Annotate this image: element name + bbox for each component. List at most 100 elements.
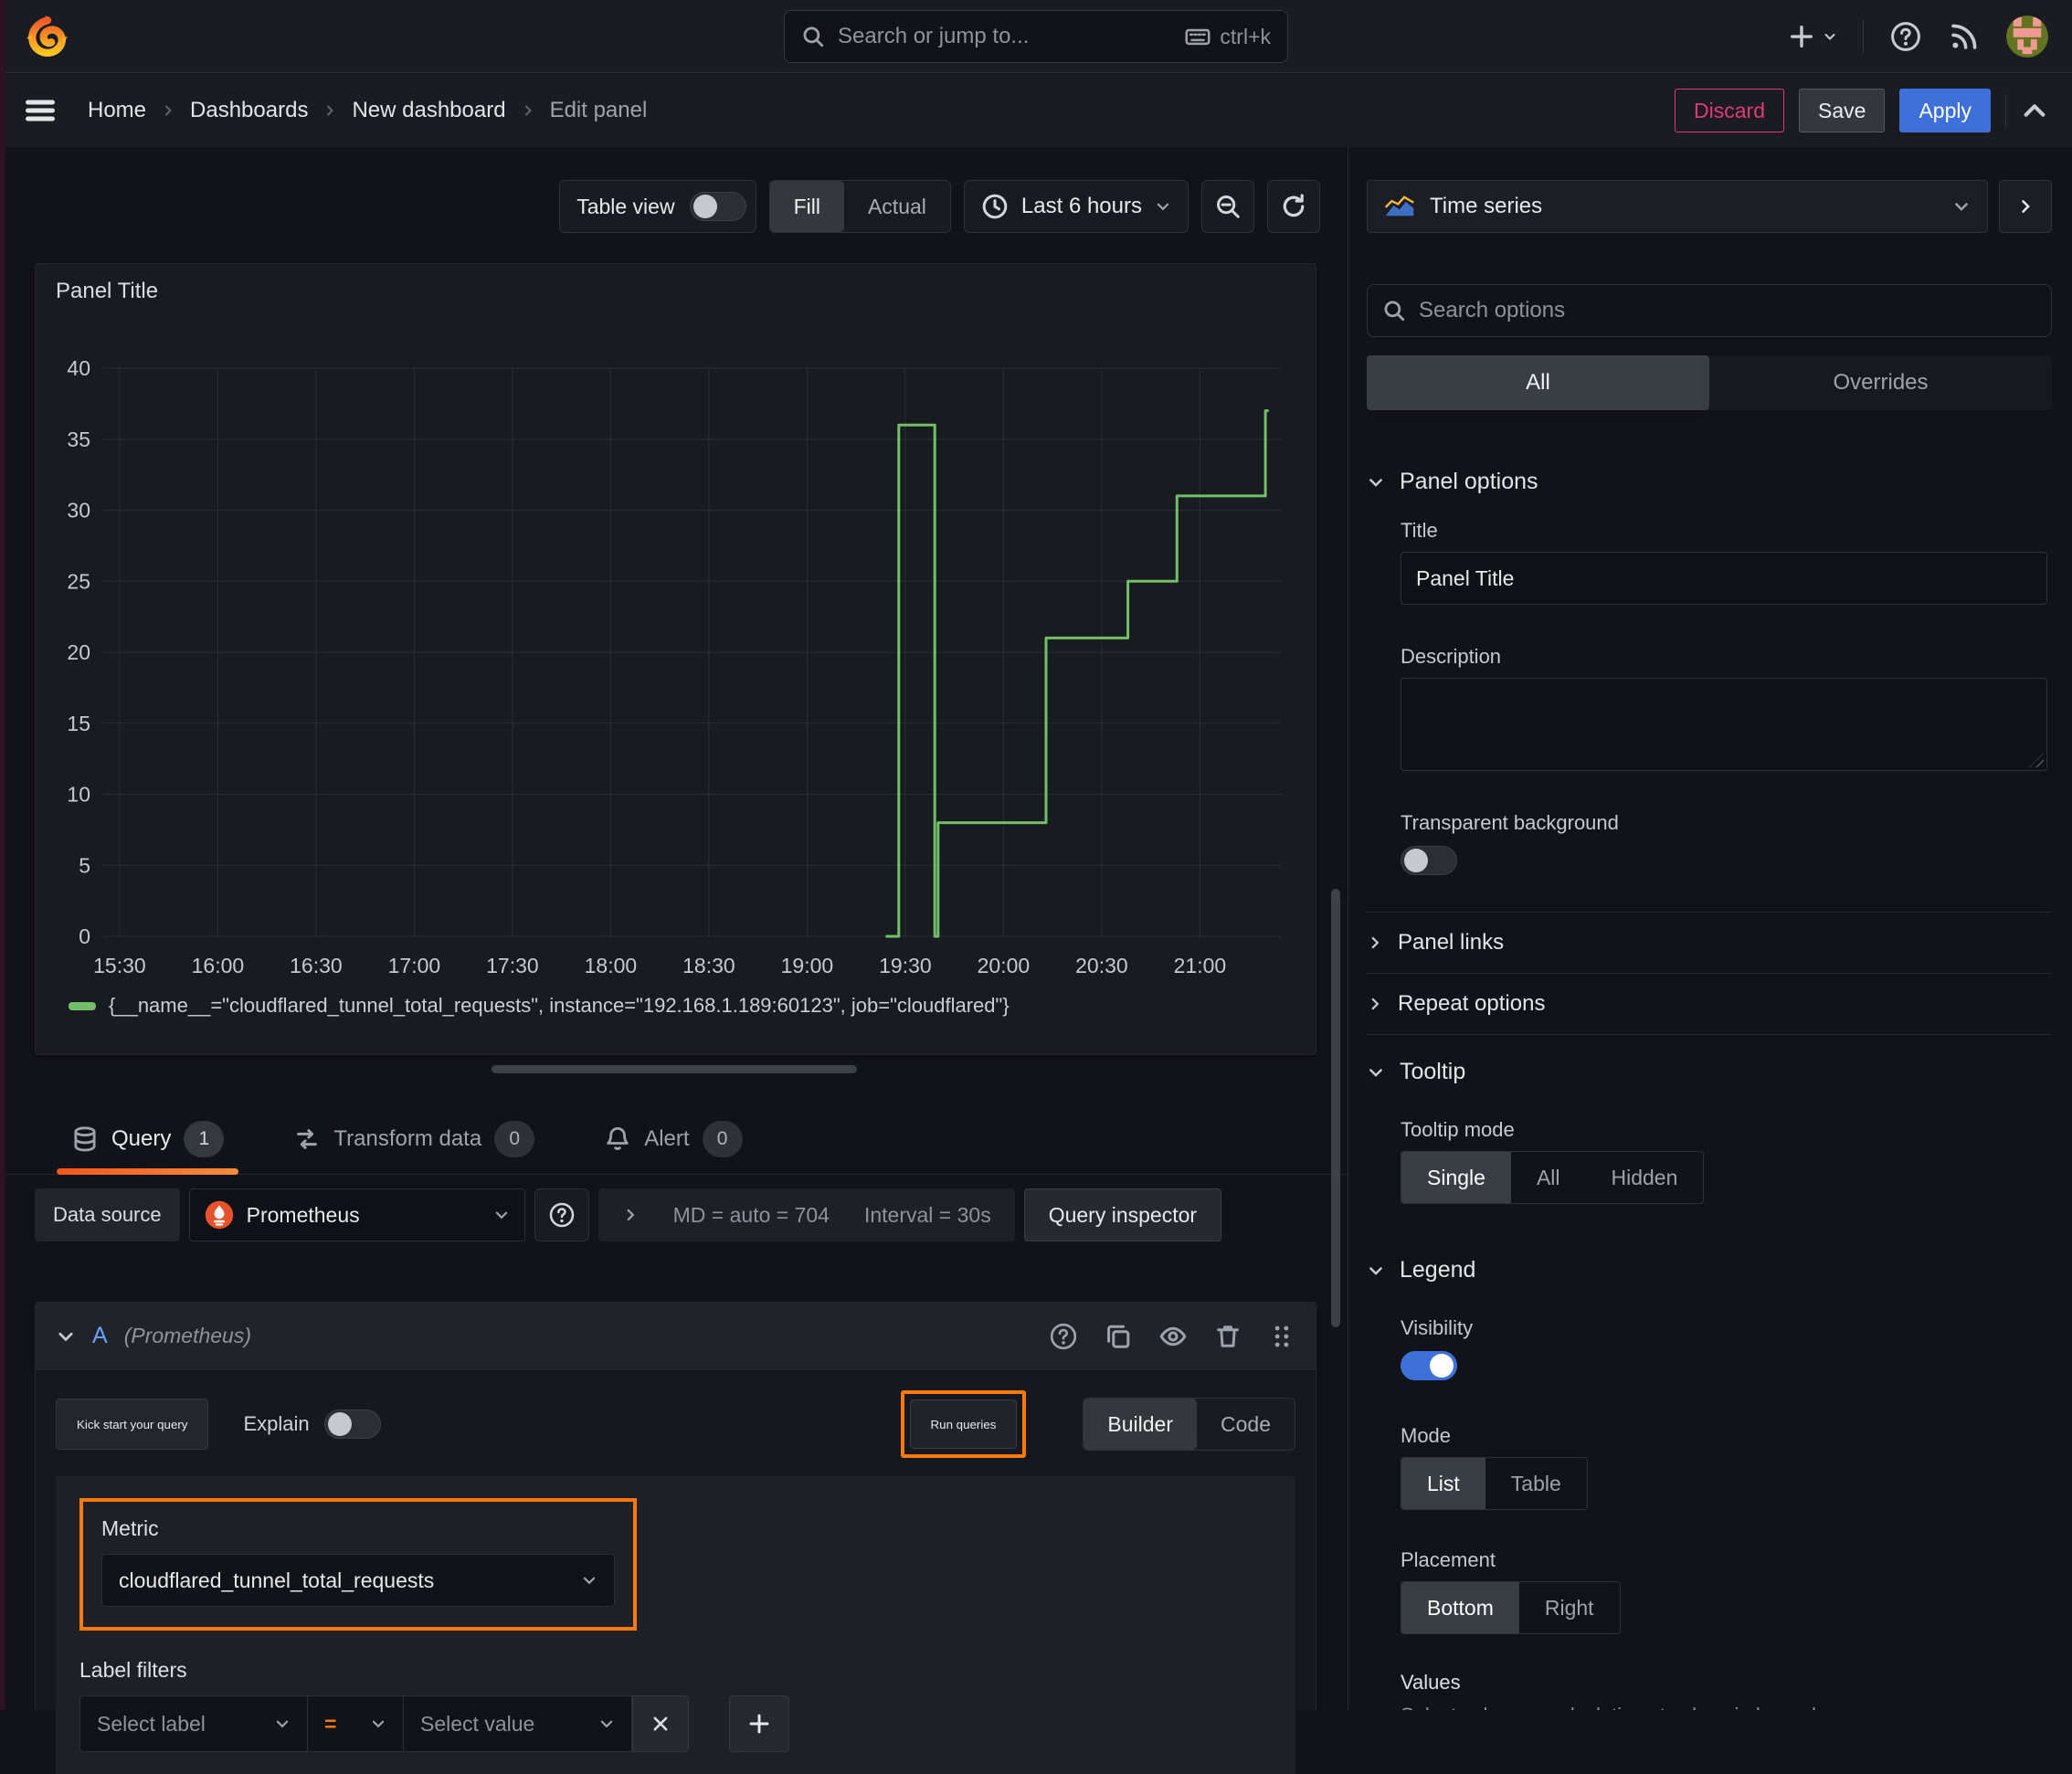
kick-start-button[interactable]: Kick start your query [56,1399,209,1450]
menu-toggle-icon[interactable] [24,94,57,127]
section-repeat-options[interactable]: Repeat options [1367,974,2052,1034]
code-option[interactable]: Code [1197,1399,1295,1450]
refresh-button[interactable] [1267,180,1320,233]
section-panel-options[interactable]: Panel options [1367,469,2052,495]
query-options-strip[interactable]: MD = auto = 704 Interval = 30s [597,1188,1015,1241]
builder-code-segment: Builder Code [1083,1398,1295,1451]
drag-handle-icon[interactable] [1268,1323,1295,1350]
legend-series-label[interactable]: {__name__="cloudflared_tunnel_total_requ… [109,994,1010,1018]
interval-value: Interval = 30s [863,1202,991,1227]
delete-query-icon[interactable] [1213,1322,1242,1351]
transparent-background-toggle[interactable] [1401,846,1457,875]
chevron-down-icon [581,1572,597,1589]
help-icon[interactable] [1889,20,1922,53]
query-datasource-hint: (Prometheus) [123,1324,252,1347]
fill-option[interactable]: Fill [769,181,844,232]
refresh-icon [1280,193,1307,220]
legend-placement-bottom[interactable]: Bottom [1401,1582,1519,1633]
run-queries-button[interactable]: Run queries [909,1399,1018,1449]
explain-toggle[interactable] [323,1410,381,1439]
breadcrumb: Home Dashboards New dashboard Edit panel [88,98,647,123]
duplicate-query-icon[interactable] [1104,1322,1133,1351]
options-tab-overrides[interactable]: Overrides [1709,355,2052,410]
title-field-label: Title [1401,519,1438,542]
grafana-logo-icon[interactable] [24,14,69,59]
select-value-dropdown[interactable]: Select value [404,1695,632,1752]
legend-mode-table[interactable]: Table [1485,1458,1587,1509]
legend-mode-list[interactable]: List [1401,1458,1485,1509]
query-help-icon[interactable] [1049,1322,1078,1351]
tab-query[interactable]: Query 1 [57,1103,239,1175]
select-label-dropdown[interactable]: Select label [79,1695,308,1752]
actual-option[interactable]: Actual [844,181,950,232]
time-range-picker[interactable]: Last 6 hours [963,180,1189,233]
chevron-down-icon [1952,197,1971,216]
tab-query-label: Query [111,1125,172,1151]
metric-select[interactable]: cloudflared_tunnel_total_requests [101,1554,615,1607]
visualization-picker[interactable]: Time series [1367,180,1988,233]
description-textarea[interactable] [1401,678,2047,771]
legend-visibility-toggle[interactable] [1401,1351,1457,1380]
tooltip-mode-single[interactable]: Single [1401,1152,1511,1203]
legend-placement-right[interactable]: Right [1519,1582,1620,1633]
legend-visibility-label: Visibility [1401,1316,1474,1339]
svg-text:21:00: 21:00 [1174,954,1227,977]
operator-dropdown[interactable]: = [308,1695,404,1752]
svg-text:15: 15 [67,712,90,735]
panel-title: Panel Title [56,279,159,303]
query-ref-id: A [92,1323,108,1348]
select-label-placeholder: Select label [97,1711,206,1736]
tab-transform-count: 0 [494,1120,535,1157]
breadcrumb-home[interactable]: Home [88,98,146,123]
svg-text:18:30: 18:30 [682,954,735,977]
tooltip-mode-all[interactable]: All [1511,1152,1586,1203]
apply-button[interactable]: Apply [1899,89,1991,132]
svg-text:18:00: 18:00 [585,954,638,977]
tab-alert[interactable]: Alert 0 [589,1103,756,1174]
chevron-right-icon [1367,996,1383,1012]
breadcrumb-new-dashboard[interactable]: New dashboard [352,98,505,123]
query-row-header[interactable]: A (Prometheus) [36,1303,1316,1370]
table-view-toggle[interactable] [689,192,746,221]
global-search-input[interactable]: Search or jump to... ctrl+k [784,10,1288,63]
section-legend[interactable]: Legend [1367,1257,2052,1283]
user-avatar[interactable] [2006,16,2048,58]
discard-button[interactable]: Discard [1675,89,1785,132]
tab-transform-data[interactable]: Transform data 0 [279,1103,549,1174]
viz-suggestions-button[interactable] [1999,180,2052,233]
news-icon[interactable] [1948,20,1981,53]
section-tooltip[interactable]: Tooltip [1367,1059,2052,1085]
breadcrumb-separator-icon [161,103,175,118]
section-panel-links[interactable]: Panel links [1367,913,2052,973]
builder-option[interactable]: Builder [1084,1399,1198,1450]
datasource-help-button[interactable] [534,1188,589,1241]
options-search-input[interactable]: Search options [1367,284,2052,337]
new-dashboard-button[interactable] [1788,23,1837,50]
breadcrumb-dashboards[interactable]: Dashboards [190,98,308,123]
pane-resize-handle[interactable] [492,1065,857,1073]
options-tab-all[interactable]: All [1367,355,1709,410]
remove-filter-button[interactable] [632,1695,689,1752]
chart-legend[interactable]: {__name__="cloudflared_tunnel_total_requ… [69,994,1316,1018]
legend-series-swatch [69,1001,96,1010]
chevron-down-icon[interactable] [56,1326,76,1346]
datasource-row: Data source Prometheus MD = auto = 704 I… [35,1188,1222,1241]
label-filters-label: Label filters [79,1658,187,1682]
time-series-chart[interactable]: 0 5 10 15 20 25 30 35 40 15:30 16:00 16:30 17:00 17:3… [50,313,1297,994]
chart-panel[interactable]: Panel Title 0 5 10 15 20 25 30 35 40 15:30 16:00 16… [35,263,1316,1055]
vertical-scrollbar[interactable] [1331,889,1340,1327]
svg-text:20: 20 [67,640,90,664]
resize-grip-icon[interactable] [2029,753,2044,767]
collapse-header-icon[interactable] [2021,97,2048,124]
hide-query-icon[interactable] [1158,1322,1188,1351]
add-filter-button[interactable] [729,1695,789,1752]
query-inspector-button[interactable]: Query inspector [1023,1188,1222,1241]
top-nav: Search or jump to... ctrl+k [0,0,2072,73]
zoom-out-button[interactable] [1201,180,1254,233]
datasource-value: Prometheus [246,1202,360,1227]
svg-text:30: 30 [67,499,90,523]
datasource-picker[interactable]: Prometheus [188,1188,525,1241]
save-button[interactable]: Save [1799,89,1886,132]
tooltip-mode-hidden[interactable]: Hidden [1586,1152,1704,1203]
panel-title-input[interactable]: Panel Title [1401,552,2047,605]
